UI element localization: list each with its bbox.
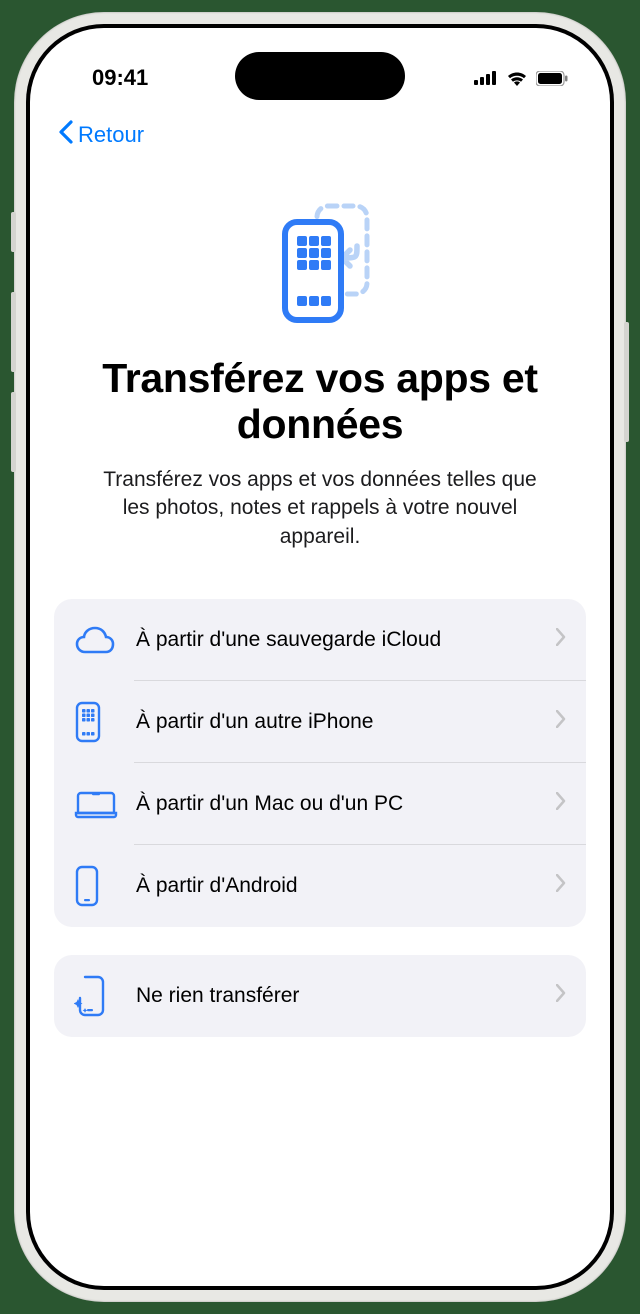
battery-icon	[536, 71, 568, 86]
chevron-right-icon	[556, 874, 566, 897]
option-none[interactable]: Ne rien transférer	[54, 955, 586, 1037]
laptop-icon	[74, 789, 122, 819]
option-iphone[interactable]: À partir d'un autre iPhone	[54, 681, 586, 763]
options-container: À partir d'une sauvegarde iCloud À parti…	[30, 551, 610, 1037]
iphone-icon	[74, 701, 122, 743]
nav-bar: Retour	[30, 100, 610, 150]
option-mac-pc[interactable]: À partir d'un Mac ou d'un PC	[54, 763, 586, 845]
phone-frame: 09:41 Re	[14, 12, 626, 1302]
cellular-icon	[474, 71, 498, 85]
page-subtitle: Transférez vos apps et vos données telle…	[70, 466, 570, 551]
hero-section: Transférez vos apps et données Transfére…	[30, 150, 610, 551]
chevron-left-icon	[58, 120, 74, 150]
option-label: À partir d'un Mac ou d'un PC	[122, 791, 556, 817]
phone-generic-icon	[74, 865, 122, 907]
option-icloud[interactable]: À partir d'une sauvegarde iCloud	[54, 599, 586, 681]
option-label: À partir d'un autre iPhone	[122, 709, 556, 735]
chevron-right-icon	[556, 628, 566, 651]
back-label: Retour	[78, 122, 144, 148]
chevron-right-icon	[556, 710, 566, 733]
silent-switch	[11, 212, 16, 252]
status-time: 09:41	[92, 65, 148, 91]
back-button[interactable]: Retour	[58, 120, 144, 150]
page-title: Transférez vos apps et données	[70, 356, 570, 448]
wifi-icon	[506, 70, 528, 86]
option-label: À partir d'Android	[122, 873, 556, 899]
chevron-right-icon	[556, 792, 566, 815]
option-label: À partir d'une sauvegarde iCloud	[122, 627, 556, 653]
option-label: Ne rien transférer	[122, 983, 556, 1009]
cloud-icon	[74, 626, 122, 654]
dynamic-island	[235, 52, 405, 100]
no-transfer-group: Ne rien transférer	[54, 955, 586, 1037]
power-button	[624, 322, 629, 442]
volume-up	[11, 292, 16, 372]
phone-sparkle-icon	[74, 975, 122, 1017]
transfer-options-group: À partir d'une sauvegarde iCloud À parti…	[54, 599, 586, 927]
transfer-icon	[70, 198, 570, 328]
volume-down	[11, 392, 16, 472]
option-android[interactable]: À partir d'Android	[54, 845, 586, 927]
chevron-right-icon	[556, 984, 566, 1007]
